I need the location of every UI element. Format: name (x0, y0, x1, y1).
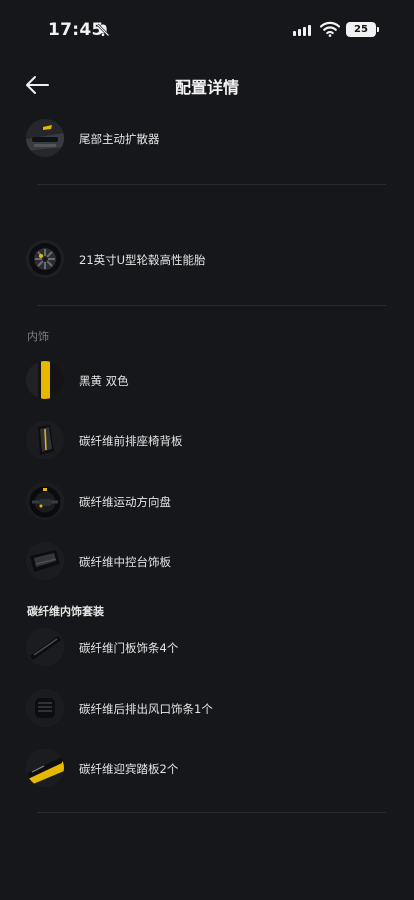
status-bar: 17:45 25 (0, 0, 414, 60)
seat-back-thumbnail (26, 421, 64, 459)
rear-diffuser-thumbnail (26, 119, 64, 157)
item-label: 碳纤维后排出风口饰条1个 (79, 702, 213, 716)
list-item: 21英寸U型轮毂高性能胎 (26, 240, 386, 280)
item-label: 碳纤维前排座椅背板 (79, 434, 183, 448)
bell-muted-icon (96, 23, 110, 37)
item-label: 碳纤维中控台饰板 (79, 555, 171, 569)
item-label: 黑黄 双色 (79, 374, 129, 388)
list-item: 碳纤维运动方向盘 (26, 482, 386, 522)
item-label: 碳纤维运动方向盘 (79, 495, 171, 509)
section-title-interior: 内饰 (27, 330, 49, 343)
battery-indicator: 25 (346, 22, 379, 37)
sill-plate-thumbnail (26, 749, 64, 787)
steering-wheel-thumbnail (26, 482, 64, 520)
list-item: 碳纤维迎宾踏板2个 (26, 749, 386, 789)
divider (37, 305, 386, 306)
list-item: 碳纤维前排座椅背板 (26, 421, 386, 461)
item-label: 碳纤维迎宾踏板2个 (79, 762, 179, 776)
list-item: 碳纤维后排出风口饰条1个 (26, 689, 386, 729)
divider (37, 184, 386, 185)
item-label: 碳纤维门板饰条4个 (79, 641, 179, 655)
divider (37, 812, 386, 813)
item-label: 尾部主动扩散器 (79, 132, 160, 146)
door-trim-thumbnail (26, 628, 64, 666)
cell-signal-icon (293, 25, 311, 36)
item-label: 21英寸U型轮毂高性能胎 (79, 253, 206, 267)
color-swatch-thumbnail (26, 361, 64, 399)
list-item: 尾部主动扩散器 (26, 119, 386, 159)
section-title-interior-kit: 碳纤维内饰套装 (27, 605, 104, 618)
air-vent-trim-thumbnail (26, 689, 64, 727)
list-item: 碳纤维中控台饰板 (26, 542, 386, 582)
page-title: 配置详情 (174, 78, 239, 97)
list-item: 碳纤维门板饰条4个 (26, 628, 386, 668)
wheel-thumbnail (26, 240, 64, 278)
console-trim-thumbnail (26, 542, 64, 580)
list-item: 黑黄 双色 (26, 361, 386, 401)
wifi-icon (320, 21, 340, 37)
